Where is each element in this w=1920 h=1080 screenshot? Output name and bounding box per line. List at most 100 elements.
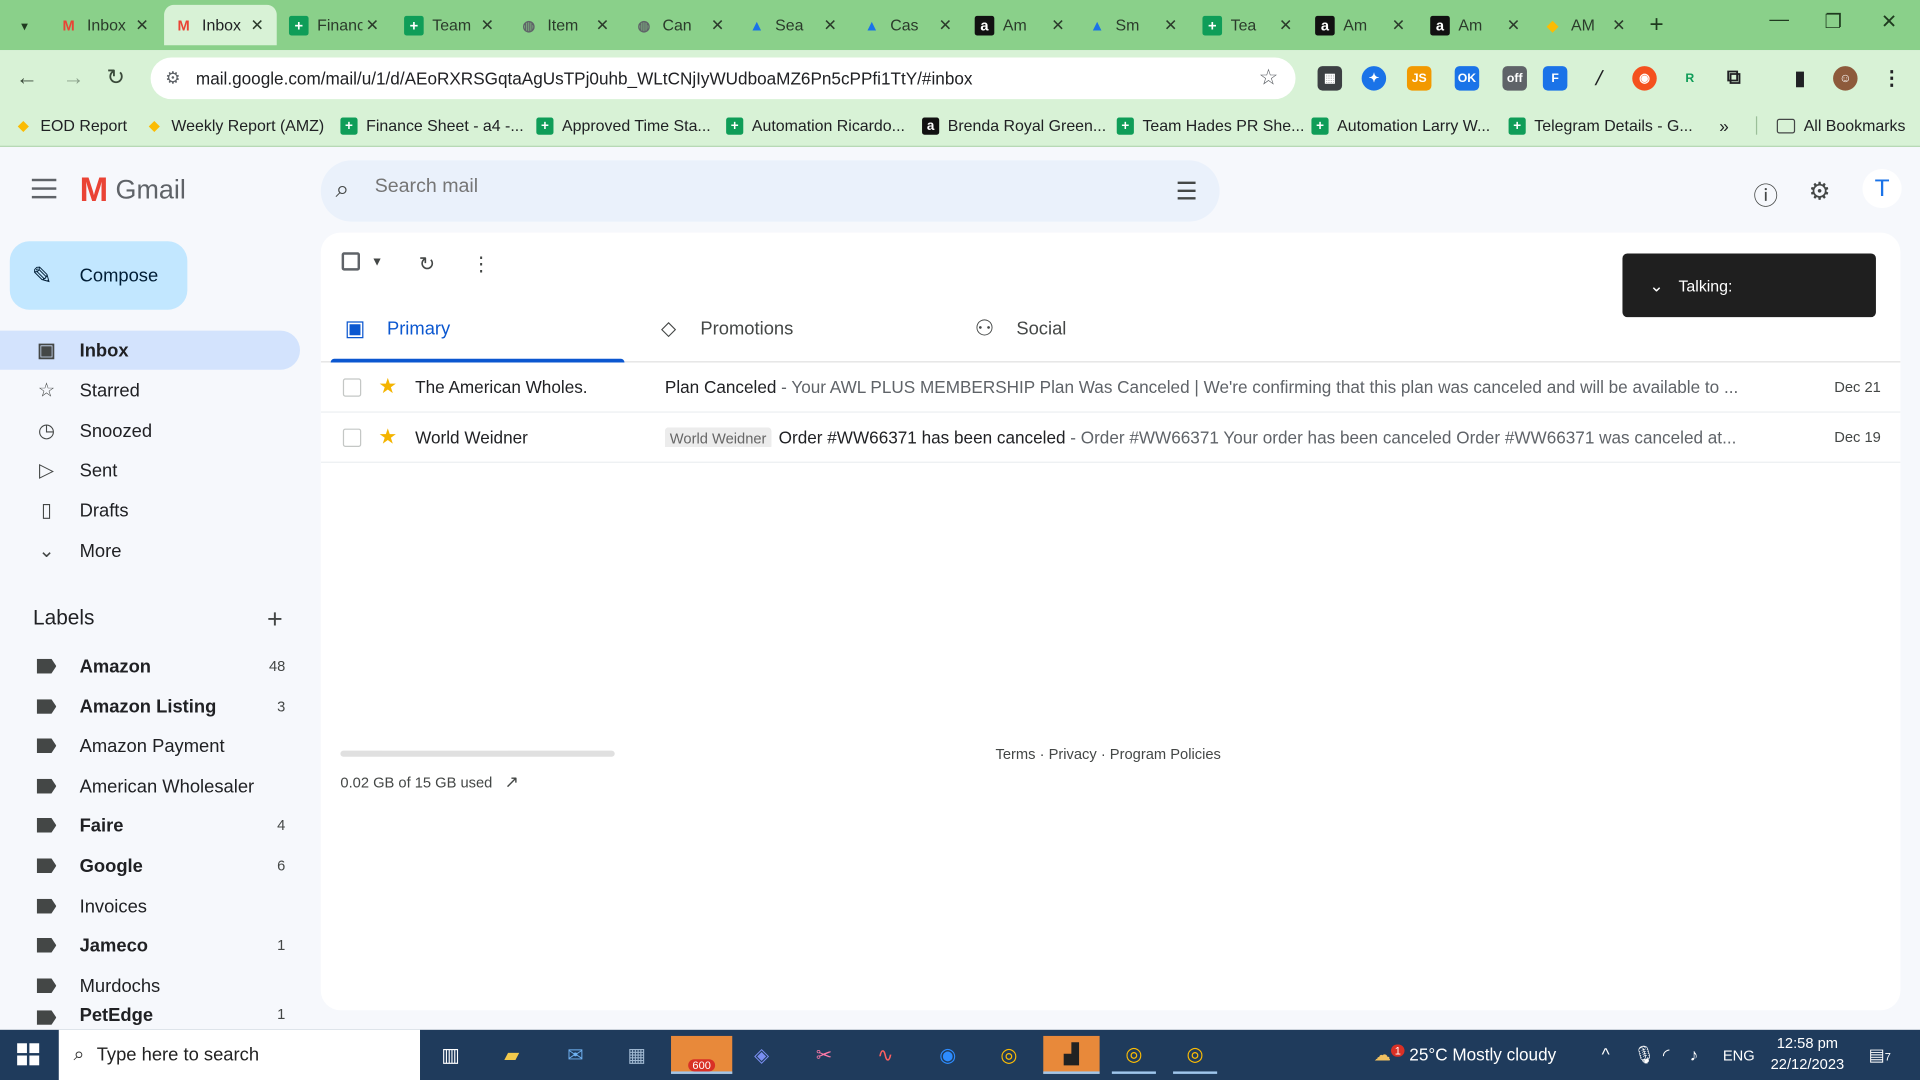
tab-primary[interactable]: ▣ Primary [321,294,625,363]
label-item[interactable]: American Wholesaler [0,767,300,806]
search-icon[interactable]: ⌕ [336,176,350,204]
label-item[interactable]: Invoices [0,887,300,926]
label-item[interactable]: Faire 4 [0,806,300,845]
external-link-icon[interactable]: ↗ [505,771,519,792]
browser-tab[interactable]: a Am ✕ [965,5,1078,45]
label-item[interactable]: Murdochs [0,966,300,1005]
label-item[interactable]: Amazon Listing 3 [0,687,300,726]
minimize-button[interactable]: — [1769,10,1789,32]
gmail-logo[interactable]: M Gmail [80,172,186,206]
browser-tab[interactable]: ◆ AM ✕ [1533,5,1638,45]
talking-widget[interactable]: ⌄ Talking: [1622,253,1876,318]
profile-avatar[interactable]: ☺ [1833,66,1858,91]
browser-tab[interactable]: ▲ Sm ✕ [1078,5,1191,45]
restore-button[interactable]: ❐ [1825,10,1843,34]
close-icon[interactable]: ✕ [247,15,267,35]
search-options-icon[interactable]: ☰ [1176,176,1198,207]
address-bar[interactable]: ⚙ mail.google.com/mail/u/1/d/AEoRXRSGqta… [150,57,1296,100]
close-icon[interactable]: ✕ [1389,15,1409,35]
close-icon[interactable]: ✕ [936,15,956,35]
task-view-icon[interactable]: ▥ [429,1036,473,1074]
help-icon[interactable]: ⓘ [1753,176,1777,212]
close-icon[interactable]: ✕ [1276,15,1296,35]
star-icon[interactable]: ★ [378,425,397,449]
close-icon[interactable]: ✕ [362,15,382,35]
tab-promotions[interactable]: ⬦ Promotions [634,294,928,363]
bookmark-item[interactable]: + Team Hades PR She... [1116,116,1304,135]
bookmark-item[interactable]: ◆ EOD Report [15,116,127,134]
close-icon[interactable]: ✕ [1504,15,1524,35]
browser-tab[interactable]: + Team ✕ [394,5,507,45]
browser-tab[interactable]: a Am ✕ [1305,5,1418,45]
extension-icon[interactable]: ◉ [1632,66,1657,91]
bookmark-item[interactable]: ◆ Weekly Report (AMZ) [146,116,324,134]
close-icon[interactable]: ✕ [708,15,728,35]
off-extension-icon[interactable]: off [1502,66,1527,91]
chevron-down-icon[interactable]: ⌄ [1649,275,1663,296]
nav-snoozed[interactable]: ◷ Snoozed [0,411,300,450]
select-dropdown-icon[interactable]: ▼ [371,256,383,269]
add-label-icon[interactable]: + [267,604,283,636]
copilot-icon[interactable]: ◈ [740,1036,784,1074]
all-bookmarks-button[interactable]: All Bookmarks [1755,116,1905,135]
select-all-checkbox[interactable] [341,252,361,276]
star-icon[interactable]: ★ [378,375,397,399]
file-explorer-icon[interactable]: ▰ [490,1036,534,1074]
footer-links[interactable]: Terms · Privacy · Program Policies [996,746,1221,763]
qr-extension-icon[interactable]: ▦ [1317,66,1343,91]
row-checkbox[interactable] [342,427,362,447]
chrome-menu-icon[interactable]: ⋮ [1880,66,1904,90]
sticky-notes-icon[interactable]: ▟ [1043,1035,1100,1074]
label-item[interactable]: Amazon 48 [0,647,300,686]
email-label-chip[interactable]: World Weidner [664,427,772,447]
close-icon[interactable]: ✕ [1161,15,1181,35]
close-window-button[interactable]: ✕ [1881,10,1897,34]
main-menu-icon[interactable] [31,178,57,199]
browser-tab[interactable]: ◍ Can ✕ [624,5,737,45]
clock[interactable]: 12:58 pm 22/12/2023 [1771,1033,1845,1075]
browser-tab[interactable]: ▲ Cas ✕ [852,5,965,45]
row-checkbox[interactable] [342,377,362,397]
browser-tab[interactable]: +Finance✕ [279,5,392,45]
chrome-profile-icon[interactable]: ◎ [1173,1036,1218,1074]
extension-icon[interactable]: ✦ [1361,66,1387,91]
notifications-icon[interactable]: ▤7 [1869,1044,1891,1065]
tab-search-button[interactable]: ▾ [7,9,41,43]
close-icon[interactable]: ✕ [820,15,840,35]
language-indicator[interactable]: ENG [1723,1047,1755,1064]
bookmark-item[interactable]: + Automation Larry W... [1311,116,1490,135]
mail-icon[interactable]: ✉ [553,1036,597,1074]
refresh-icon[interactable]: ↻ [419,252,435,276]
bookmark-item[interactable]: + Telegram Details - G... [1508,116,1693,135]
back-button[interactable]: ← [16,65,38,91]
new-tab-button[interactable]: + [1649,11,1663,39]
rs-extension-icon[interactable]: R [1678,66,1702,90]
wifi-icon[interactable]: ◜ [1663,1044,1670,1065]
microphone-icon[interactable]: 🎙︎ [1633,1044,1655,1065]
bookmark-star-icon[interactable]: ☆ [1259,65,1279,91]
bookmark-item[interactable]: + Finance Sheet - a4 -... [340,116,524,135]
nav-more[interactable]: ⌄ More [0,531,300,570]
chrome-profile-icon[interactable]: ◎ [1111,1036,1156,1074]
compose-button[interactable]: ✎ Compose [9,241,188,310]
fba-extension-icon[interactable]: F [1542,66,1568,91]
js-extension-icon[interactable]: JS [1406,66,1432,91]
close-icon[interactable]: ✕ [478,15,498,35]
browser-tab[interactable]: M Inbox ✕ [49,5,162,45]
bookmark-item[interactable]: + Approved Time Sta... [536,116,711,135]
browser-tab[interactable]: a Am ✕ [1420,5,1533,45]
chevron-up-icon[interactable]: ^ [1602,1044,1610,1064]
bookmarks-overflow-icon[interactable]: » [1719,116,1729,136]
volume-icon[interactable]: ♪ [1690,1044,1699,1064]
zoom-icon[interactable]: ◉ [926,1036,970,1074]
close-icon[interactable]: ✕ [1609,15,1629,35]
site-info-icon[interactable]: ⚙ [165,67,180,88]
extensions-puzzle-icon[interactable]: ⧉ [1722,66,1746,90]
label-item[interactable]: PetEdge 1 [0,1005,300,1029]
taskbar-search[interactable]: ⌕ Type here to search [58,1029,421,1080]
bookmark-item[interactable]: a Brenda Royal Green... [922,116,1106,135]
browser-tab[interactable]: ◍ Item ✕ [509,5,622,45]
chrome-icon[interactable]: ◎ [987,1036,1031,1074]
browser-tab[interactable]: ▲ Sea ✕ [737,5,850,45]
browser-tab-active[interactable]: M Inbox ✕ [164,4,277,46]
